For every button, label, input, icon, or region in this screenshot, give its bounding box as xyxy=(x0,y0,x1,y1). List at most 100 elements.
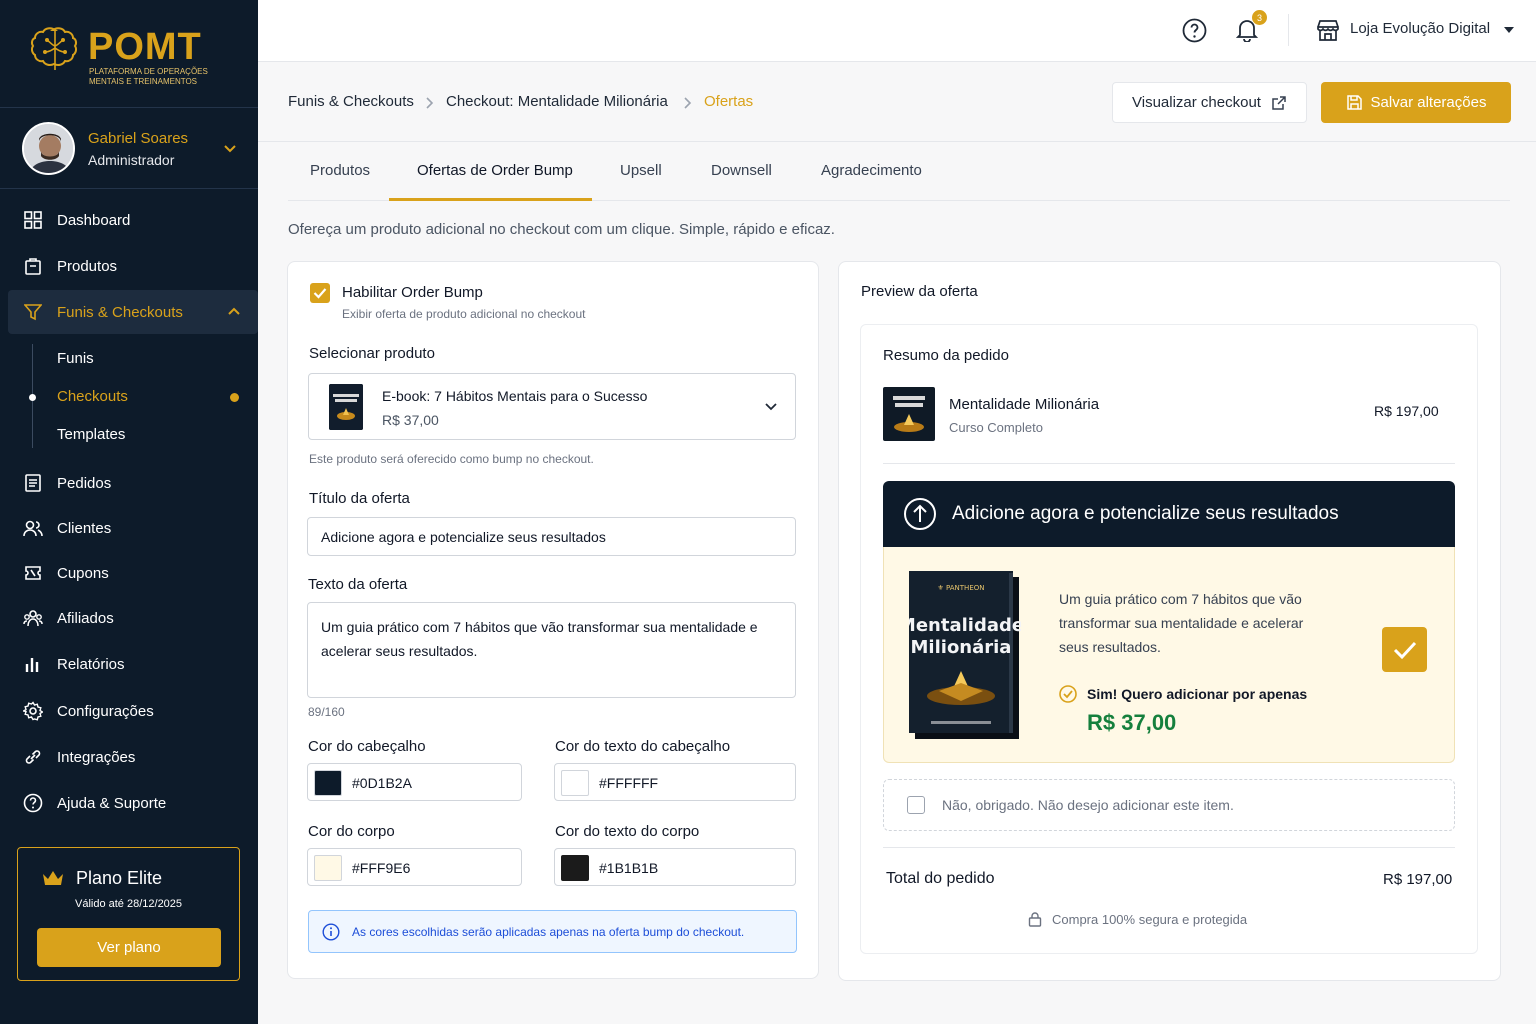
body-text-color-input[interactable]: #1B1B1B xyxy=(554,848,796,886)
store-selector[interactable]: Loja Evolução Digital xyxy=(1350,20,1490,37)
page-header: Funis & Checkouts Checkout: Mentalidade … xyxy=(258,63,1536,142)
nav-label: Relatórios xyxy=(57,655,125,673)
nav-label: Dashboard xyxy=(57,211,131,229)
tab-downsell[interactable]: Downsell xyxy=(711,162,772,179)
color-swatch[interactable] xyxy=(561,855,589,881)
bump-price: R$ 37,00 xyxy=(1087,710,1177,735)
total-label: Total do pedido xyxy=(886,870,995,887)
header-color-label: Cor do cabeçalho xyxy=(308,738,426,755)
decline-checkbox[interactable] xyxy=(907,796,925,814)
product-price: R$ 37,00 xyxy=(382,412,439,428)
color-swatch[interactable] xyxy=(314,770,342,796)
enable-checkbox[interactable] xyxy=(310,283,330,303)
decline-option[interactable]: Não, obrigado. Não desejo adicionar este… xyxy=(883,779,1455,831)
body-text-color-label: Cor do texto do corpo xyxy=(555,823,700,840)
user-name: Gabriel Soares xyxy=(88,130,189,147)
help-icon xyxy=(23,793,43,813)
bar-chart-icon xyxy=(23,654,43,674)
active-tab-indicator xyxy=(389,198,592,201)
nav-sub-checkouts[interactable]: Checkouts xyxy=(57,388,128,405)
gear-icon xyxy=(23,701,43,721)
nav-ajuda[interactable]: Ajuda & Suporte xyxy=(8,781,258,825)
bump-accept-checkbox[interactable] xyxy=(1382,627,1427,672)
secure-text: Compra 100% segura e protegida xyxy=(1052,912,1248,927)
store-icon xyxy=(1317,20,1339,41)
nav-produtos[interactable]: Produtos xyxy=(8,244,258,288)
nav-dashboard[interactable]: Dashboard xyxy=(8,198,258,242)
nav-relatorios[interactable]: Relatórios xyxy=(8,642,258,686)
color-value: #1B1B1B xyxy=(599,860,659,876)
preview-checkout-button[interactable]: Visualizar checkout xyxy=(1112,82,1307,123)
topbar: 3 Loja Evolução Digital xyxy=(258,0,1536,62)
nav-label: Configurações xyxy=(57,702,154,720)
product-thumbnail xyxy=(329,384,363,430)
nav-sub-templates[interactable]: Templates xyxy=(57,426,125,443)
color-swatch[interactable] xyxy=(314,855,342,881)
plan-card: Plano Elite Válido até 28/12/2025 Ver pl… xyxy=(17,847,240,981)
button-label: Visualizar checkout xyxy=(1132,94,1261,111)
user-role: Administrador xyxy=(88,152,175,168)
indicator-dot xyxy=(230,393,239,402)
brand-logo[interactable]: POMT PLATAFORMA DE OPERAÇÕES MENTAIS E T… xyxy=(30,26,240,92)
avatar xyxy=(22,122,75,175)
save-icon xyxy=(1346,95,1362,110)
nav-integracoes[interactable]: Integrações xyxy=(8,735,258,779)
bump-title: Adicione agora e potencialize seus resul… xyxy=(952,503,1339,524)
nav-funis-checkouts[interactable]: Funis & Checkouts xyxy=(8,290,258,334)
breadcrumb-checkout[interactable]: Checkout: Mentalidade Milionária xyxy=(446,93,668,110)
order-bump-form: Habilitar Order Bump Exibir oferta de pr… xyxy=(287,261,819,979)
color-info-box: As cores escolhidas serão aplicadas apen… xyxy=(308,910,797,953)
external-link-icon xyxy=(1272,95,1286,110)
nav-label: Integrações xyxy=(57,748,136,766)
view-plan-button[interactable]: Ver plano xyxy=(37,928,221,967)
enable-label: Habilitar Order Bump xyxy=(342,284,483,301)
nav-sub-funis[interactable]: Funis xyxy=(57,350,94,367)
nav-configuracoes[interactable]: Configurações xyxy=(8,689,258,733)
nav-label: Afiliados xyxy=(57,609,114,627)
nav-label: Pedidos xyxy=(57,474,112,492)
nav-clientes[interactable]: Clientes xyxy=(8,506,258,550)
header-color-input[interactable]: #0D1B2A xyxy=(307,763,522,801)
tab-produtos[interactable]: Produtos xyxy=(310,162,370,179)
color-swatch[interactable] xyxy=(561,770,589,796)
tab-order-bump[interactable]: Ofertas de Order Bump xyxy=(417,162,573,179)
brand-name: POMT xyxy=(88,26,202,68)
chevron-right-icon xyxy=(684,97,692,109)
nav-label: Produtos xyxy=(57,257,118,275)
body-color-input[interactable]: #FFF9E6 xyxy=(307,848,522,886)
nav-label: Ajuda & Suporte xyxy=(57,794,167,812)
product-select[interactable]: E-book: 7 Hábitos Mentais para o Sucesso… xyxy=(308,373,796,440)
offer-text-label: Texto da oferta xyxy=(308,576,408,593)
offer-title-input[interactable]: Adicione agora e potencialize seus resul… xyxy=(307,517,796,556)
user-menu[interactable]: Gabriel Soares Administrador xyxy=(0,108,258,188)
nav-label: Funis & Checkouts xyxy=(57,303,183,321)
caret-down-icon[interactable] xyxy=(1503,25,1515,35)
chevron-down-icon[interactable] xyxy=(222,140,238,156)
chevron-down-icon xyxy=(765,403,777,411)
group-icon xyxy=(23,608,43,628)
check-icon xyxy=(313,288,327,299)
save-button[interactable]: Salvar alterações xyxy=(1321,82,1511,123)
book-title-1: Mentalidade xyxy=(909,615,1021,636)
header-text-color-input[interactable]: #FFFFFF xyxy=(554,763,796,801)
book-cover-image: ⚜ PANTHEON Mentalidade Milionária xyxy=(909,571,1021,739)
header-text-color-label: Cor do texto do cabeçalho xyxy=(555,738,731,755)
chevron-right-icon xyxy=(426,97,434,109)
breadcrumb-funis[interactable]: Funis & Checkouts xyxy=(288,93,414,110)
crown-icon xyxy=(43,871,63,885)
product-hint: Este produto será oferecido como bump no… xyxy=(309,452,594,466)
nav-pedidos[interactable]: Pedidos xyxy=(8,461,258,505)
offer-text-input[interactable]: Um guia prático com 7 hábitos que vão tr… xyxy=(307,602,796,698)
breadcrumb-current: Ofertas xyxy=(704,93,754,110)
help-icon[interactable] xyxy=(1182,18,1207,43)
tab-agradecimento[interactable]: Agradecimento xyxy=(821,162,922,179)
nav-label: Cupons xyxy=(57,564,109,582)
nav-cupons[interactable]: Cupons xyxy=(8,551,258,595)
nav-afiliados[interactable]: Afiliados xyxy=(8,596,258,640)
color-value: #FFF9E6 xyxy=(352,860,411,876)
tab-upsell[interactable]: Upsell xyxy=(620,162,662,179)
button-label: Salvar alterações xyxy=(1370,94,1487,111)
users-icon xyxy=(23,518,43,538)
notification-badge: 3 xyxy=(1252,10,1267,25)
checkout-summary: Resumo da pedido Mentalidade Milionária … xyxy=(860,324,1478,954)
